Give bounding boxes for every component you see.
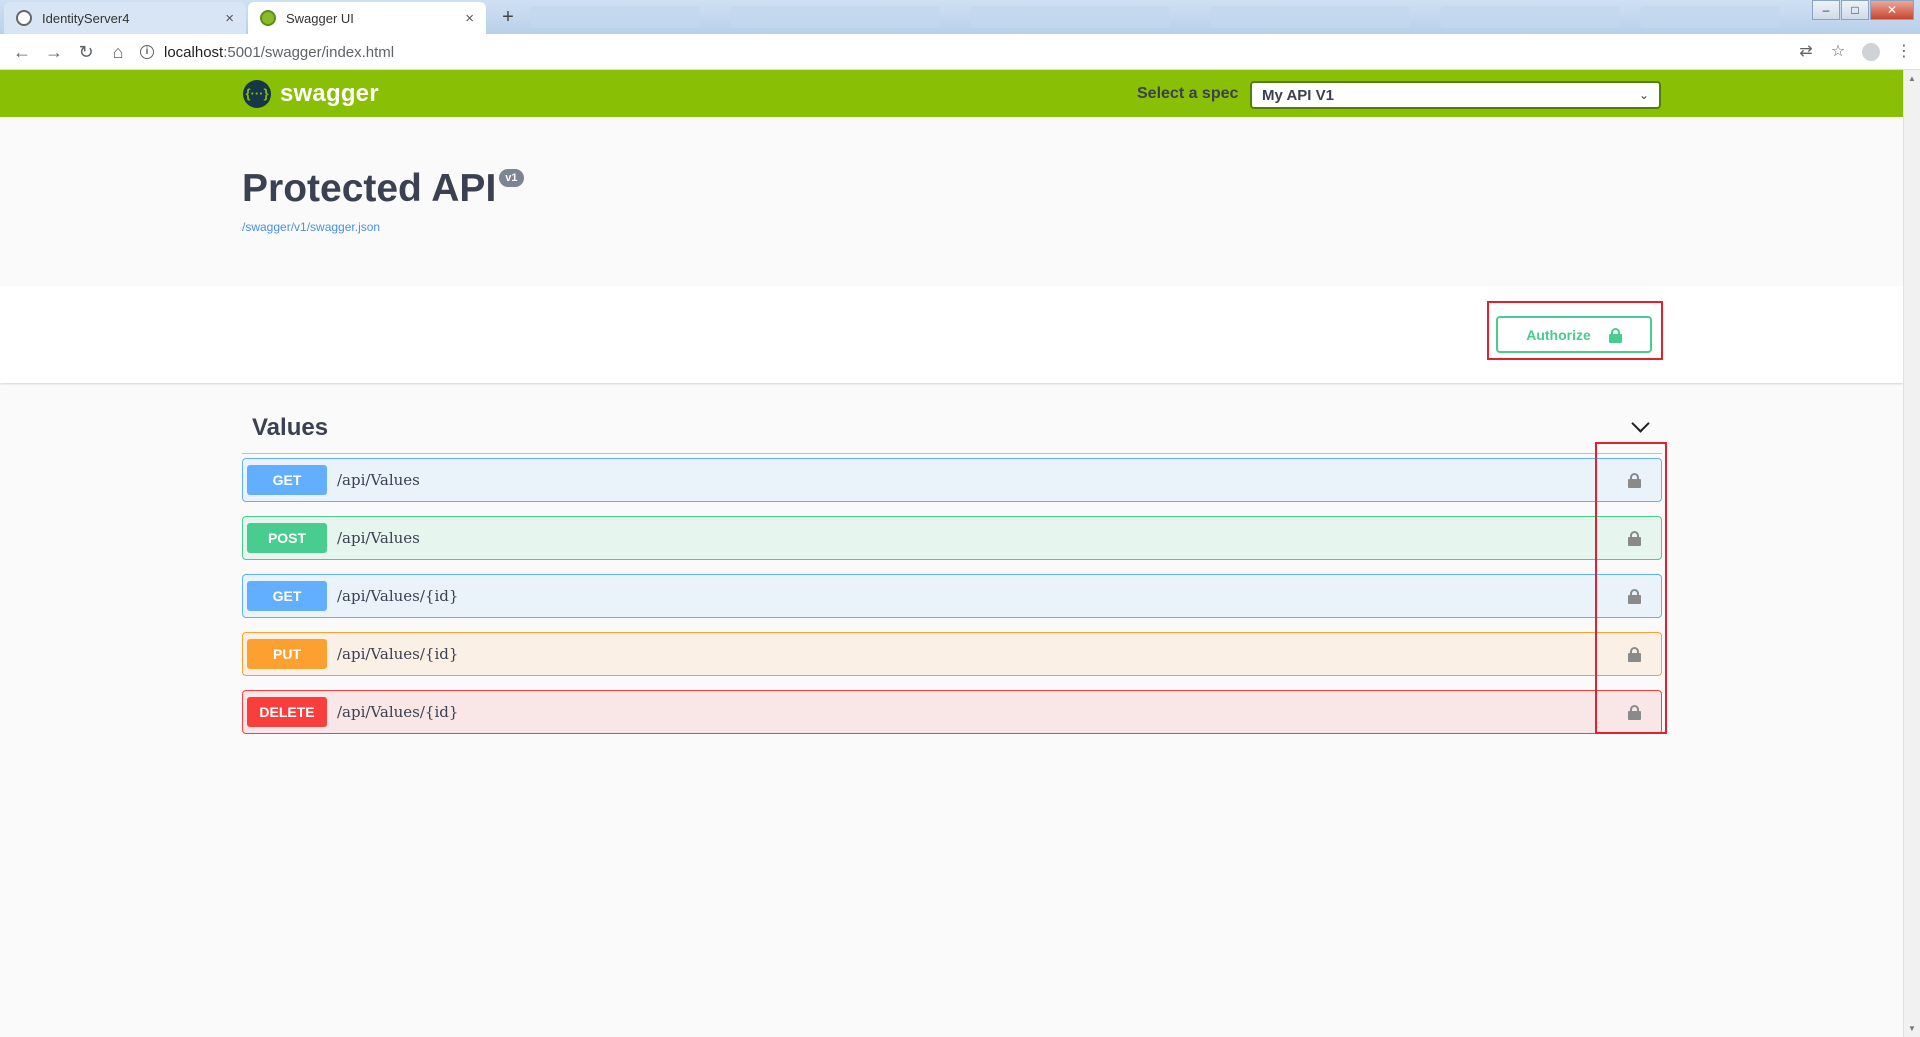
swagger-topbar: {···} swagger Select a spec My API V1 ⌄ — [0, 70, 1903, 117]
translate-icon[interactable]: ⇄ — [1790, 36, 1822, 68]
blurred-tab[interactable] — [730, 6, 940, 28]
tab-identityserver4[interactable]: IdentityServer4 × — [4, 2, 246, 34]
spec-selected-value: My API V1 — [1262, 86, 1334, 104]
authorize-button[interactable]: Authorize — [1496, 316, 1652, 353]
blurred-tab[interactable] — [530, 6, 700, 28]
tab-close-icon[interactable]: × — [457, 10, 474, 27]
tab-title: Swagger UI — [286, 10, 354, 26]
site-info-icon[interactable]: i — [140, 45, 154, 59]
profile-avatar-icon[interactable] — [1862, 43, 1880, 61]
operation-row[interactable]: POST /api/Values — [242, 516, 1662, 560]
reload-icon[interactable]: ↻ — [70, 36, 102, 68]
operation-path: /api/Values/{id} — [337, 703, 459, 721]
method-badge: POST — [247, 523, 327, 553]
operation-row[interactable]: GET /api/Values/{id} — [242, 574, 1662, 618]
browser-menu-icon[interactable]: ⋮ — [1888, 36, 1920, 68]
unlocked-icon — [1608, 327, 1622, 343]
swagger-json-link[interactable]: /swagger/v1/swagger.json — [242, 220, 380, 234]
blurred-background-tabs — [530, 6, 1780, 28]
api-title-group: Protected API v1 — [242, 167, 524, 211]
chevron-down-icon[interactable] — [1632, 419, 1648, 435]
url-host: localhost — [164, 43, 224, 61]
scroll-down-icon[interactable]: ▼ — [1908, 1024, 1916, 1033]
swagger-logo-icon: {···} — [243, 80, 271, 108]
swagger-logo-text: swagger — [280, 80, 379, 107]
blurred-tab[interactable] — [1440, 6, 1620, 28]
api-info: Protected API v1 /swagger/v1/swagger.jso… — [0, 117, 1903, 286]
operation-path: /api/Values — [337, 471, 420, 489]
maximize-button[interactable]: □ — [1841, 0, 1869, 20]
browser-toolbar: ← → ↻ ⌂ i localhost:5001/swagger/index.h… — [0, 34, 1920, 70]
minimize-button[interactable]: – — [1812, 0, 1840, 20]
page-title: Protected API — [242, 167, 497, 210]
method-badge: GET — [247, 581, 327, 611]
select-spec-label: Select a spec — [1137, 85, 1239, 102]
blurred-tab[interactable] — [1210, 6, 1410, 28]
operation-row[interactable]: DELETE /api/Values/{id} — [242, 690, 1662, 734]
forward-icon[interactable]: → — [38, 36, 70, 68]
authorize-label: Authorize — [1526, 326, 1591, 343]
scroll-up-icon[interactable]: ▲ — [1908, 74, 1916, 83]
address-bar[interactable]: i localhost:5001/swagger/index.html — [140, 38, 1760, 66]
version-badge: v1 — [499, 169, 524, 187]
browser-tab-strip: IdentityServer4 × Swagger UI × + – □ ✕ — [0, 0, 1920, 34]
chevron-down-icon: ⌄ — [1638, 88, 1649, 102]
swagger-favicon-icon — [260, 10, 276, 26]
operation-path: /api/Values/{id} — [337, 645, 459, 663]
toolbar-right-actions: ⇄ ☆ ⋮ — [1790, 34, 1920, 70]
home-icon[interactable]: ⌂ — [102, 36, 134, 68]
method-badge: GET — [247, 465, 327, 495]
authorize-highlight-box: Authorize — [1487, 301, 1663, 360]
url-path: :5001/swagger/index.html — [223, 43, 395, 61]
back-icon[interactable]: ← — [6, 36, 38, 68]
method-badge: PUT — [247, 639, 327, 669]
operation-row[interactable]: GET /api/Values — [242, 458, 1662, 502]
swagger-logo[interactable]: {···} swagger — [243, 80, 379, 108]
tab-swagger-ui[interactable]: Swagger UI × — [248, 2, 486, 34]
tag-section-header[interactable]: Values — [242, 406, 1662, 454]
operation-path: /api/Values/{id} — [337, 587, 459, 605]
page-scrollbar[interactable]: ▲ ▼ — [1903, 70, 1920, 1037]
method-badge: DELETE — [247, 697, 327, 727]
new-tab-button[interactable]: + — [494, 6, 522, 30]
blurred-tab[interactable] — [970, 6, 1170, 28]
window-controls: – □ ✕ — [1811, 0, 1914, 20]
scheme-container: Authorize — [0, 286, 1903, 383]
identityserver-favicon-icon — [16, 10, 32, 26]
operation-row[interactable]: PUT /api/Values/{id} — [242, 632, 1662, 676]
blurred-tab[interactable] — [1640, 6, 1780, 28]
lock-icons-highlight-box — [1595, 442, 1667, 734]
tag-title: Values — [252, 414, 329, 441]
bookmark-star-icon[interactable]: ☆ — [1822, 36, 1854, 68]
tab-close-icon[interactable]: × — [217, 10, 234, 27]
operation-path: /api/Values — [337, 529, 420, 547]
tab-title: IdentityServer4 — [42, 10, 130, 26]
close-window-button[interactable]: ✕ — [1870, 0, 1914, 20]
spec-select[interactable]: My API V1 ⌄ — [1250, 81, 1661, 109]
